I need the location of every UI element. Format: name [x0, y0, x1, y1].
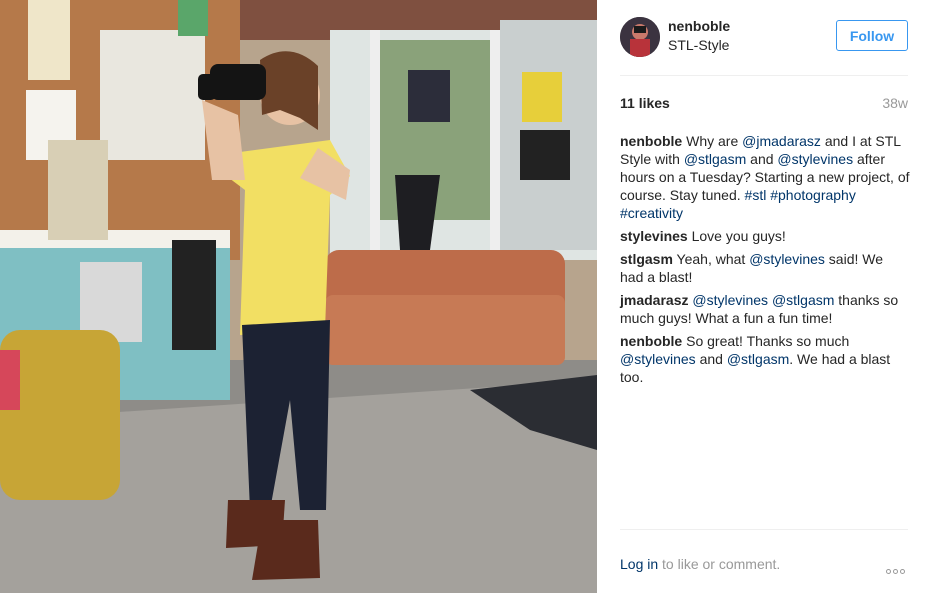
location-link[interactable]: STL-Style — [668, 37, 729, 53]
mention-link[interactable]: @stylevines — [692, 292, 768, 308]
comment-text-segment: and — [746, 151, 778, 167]
post-header: nenboble STL-Style Follow — [620, 14, 908, 76]
mention-link[interactable]: @stylevines — [749, 251, 825, 267]
post-age[interactable]: 38w — [882, 95, 908, 111]
mention-link[interactable]: @stylevines — [777, 151, 853, 167]
comment-author[interactable]: nenboble — [620, 333, 682, 349]
comment-text-segment: and — [695, 351, 727, 367]
more-options-icon[interactable] — [884, 561, 908, 574]
username-link[interactable]: nenboble — [668, 18, 730, 34]
hashtag-link[interactable]: #creativity — [620, 205, 683, 221]
mention-link[interactable]: @stylevines — [620, 351, 696, 367]
comment-text: Love you guys! — [688, 228, 786, 244]
comment-text-segment: So great! Thanks so much — [682, 333, 850, 349]
comment-item: nenboble So great! Thanks so much @style… — [620, 332, 910, 386]
hashtag-link[interactable]: #photography — [770, 187, 856, 203]
likes-count[interactable]: 11 likes — [620, 95, 670, 111]
login-prompt-text: to like or comment. — [658, 556, 781, 572]
mention-link[interactable]: @stlgasm — [727, 351, 789, 367]
avatar-image — [620, 17, 660, 57]
comment-item: stylevines Love you guys! — [620, 227, 910, 245]
photo-scene — [0, 0, 597, 593]
comment-item: stlgasm Yeah, what @stylevines said! We … — [620, 250, 910, 286]
hashtag-link[interactable]: #stl — [745, 187, 767, 203]
dot-icon — [886, 569, 891, 574]
dot-icon — [900, 569, 905, 574]
comment-text-segment: Why are — [682, 133, 743, 149]
comment-text-segment: Love you guys! — [687, 228, 786, 244]
avatar[interactable] — [620, 17, 660, 57]
login-prompt: Log in to like or comment. — [620, 556, 780, 572]
post-details-panel: nenboble STL-Style Follow 11 likes 38w n… — [597, 0, 928, 593]
login-link[interactable]: Log in — [620, 556, 658, 572]
comment-author[interactable]: nenboble — [620, 133, 682, 149]
post-stats: 11 likes 38w — [620, 95, 908, 115]
post-footer: Log in to like or comment. — [620, 529, 908, 593]
comment-list: nenboble Why are @jmadarasz and I at STL… — [620, 132, 910, 391]
follow-button[interactable]: Follow — [836, 20, 908, 51]
dot-icon — [893, 569, 898, 574]
mention-link[interactable]: @stlgasm — [772, 292, 834, 308]
comment-author[interactable]: stylevines — [620, 228, 688, 244]
comment-author[interactable]: jmadarasz — [620, 292, 688, 308]
mention-link[interactable]: @stlgasm — [684, 151, 746, 167]
comment-text-segment: Yeah, what — [672, 251, 750, 267]
mention-link[interactable]: @jmadarasz — [742, 133, 821, 149]
comment-author[interactable]: stlgasm — [620, 251, 673, 267]
post-photo[interactable] — [0, 0, 597, 593]
comment-item: jmadarasz @stylevines @stlgasm thanks so… — [620, 291, 910, 327]
caption: nenboble Why are @jmadarasz and I at STL… — [620, 132, 910, 222]
